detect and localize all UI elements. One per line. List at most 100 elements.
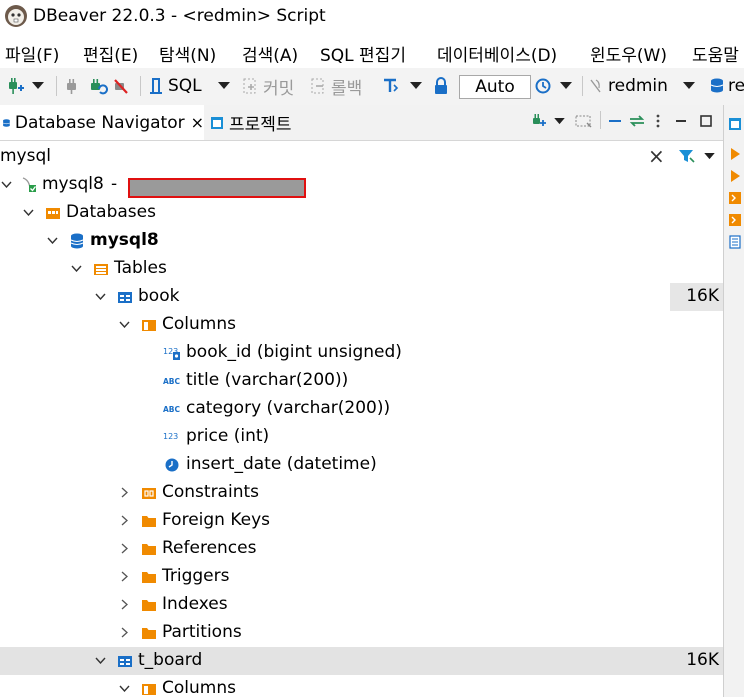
menu-window[interactable]: 윈도우(W): [590, 41, 667, 66]
chevron-right-icon[interactable]: [118, 541, 130, 555]
connection-icon: [590, 79, 601, 93]
navigator-connection-dropdown[interactable]: [554, 109, 565, 133]
link-with-editor-button[interactable]: [628, 109, 646, 133]
tables-label: Tables: [114, 258, 167, 278]
menu-edit[interactable]: 편집(E): [83, 41, 138, 66]
auto-commit-value: Auto: [475, 77, 515, 97]
active-schema-selector[interactable]: re: [710, 74, 744, 98]
menu-database[interactable]: 데이터베이스(D): [437, 41, 557, 66]
tree-node-connection[interactable]: mysql8 -: [0, 171, 723, 199]
tree-node-indexes[interactable]: Indexes: [0, 591, 723, 619]
chevron-down-icon[interactable]: [118, 681, 130, 695]
tree-node-database[interactable]: mysql8: [0, 227, 723, 255]
tree-node-columns[interactable]: Columns: [0, 311, 723, 339]
auto-commit-field[interactable]: Auto: [459, 75, 531, 99]
window-title: DBeaver 22.0.3 - <redmin> Script: [33, 6, 326, 26]
tree-node-column[interactable]: 123 book_id (bigint unsigned): [0, 339, 723, 367]
script-icon[interactable]: [728, 191, 742, 205]
lock-button[interactable]: [433, 74, 449, 98]
foreign-keys-label: Foreign Keys: [162, 510, 271, 530]
database-label: mysql8: [90, 230, 159, 250]
navigator-new-connection-button[interactable]: [530, 109, 546, 133]
svg-text:ABC: ABC: [163, 405, 181, 414]
active-datasource-selector[interactable]: redmin: [588, 74, 668, 98]
tree-node-table-book[interactable]: book 16K: [0, 283, 723, 311]
tree-node-foreign-keys[interactable]: Foreign Keys: [0, 507, 723, 535]
chevron-down-icon[interactable]: [94, 653, 106, 667]
tab-projects[interactable]: 프로젝트: [206, 105, 292, 140]
column-label: insert_date (datetime): [186, 454, 377, 474]
tree-node-tables[interactable]: Tables: [0, 255, 723, 283]
chevron-down-icon[interactable]: [118, 317, 130, 331]
table-book-label: book: [138, 286, 180, 306]
disconnect-button[interactable]: [112, 74, 130, 98]
history-dropdown[interactable]: [560, 74, 572, 98]
menu-navigate[interactable]: 탐색(N): [159, 41, 216, 66]
tab-database-navigator[interactable]: Database Navigator ×: [0, 105, 204, 140]
tree-node-constraints[interactable]: Constraints: [0, 479, 723, 507]
filter-settings-dropdown[interactable]: [704, 144, 715, 168]
chevron-down-icon[interactable]: [94, 289, 106, 303]
play-icon[interactable]: [728, 169, 742, 183]
history-button[interactable]: [534, 74, 552, 98]
sql-dropdown[interactable]: [218, 74, 230, 98]
transaction-mode-dropdown[interactable]: [410, 74, 422, 98]
filter-settings-button[interactable]: [678, 144, 696, 168]
datasource-dropdown[interactable]: [683, 74, 695, 98]
collapse-folder-button[interactable]: [575, 109, 593, 133]
tree-node-column[interactable]: 123 price (int): [0, 423, 723, 451]
chevron-right-icon[interactable]: [118, 569, 130, 583]
tree-node-databases[interactable]: Databases: [0, 199, 723, 227]
projects-icon: [211, 116, 223, 129]
commit-button[interactable]: 커밋: [242, 74, 295, 99]
commit-label: 커밋: [263, 78, 295, 99]
database-navigator-icon: [2, 118, 10, 127]
transaction-mode-button[interactable]: [381, 74, 401, 98]
clear-filter-icon[interactable]: ×: [648, 144, 665, 168]
script-icon[interactable]: [728, 213, 742, 227]
chevron-right-icon[interactable]: [118, 625, 130, 639]
tree-node-table-t-board[interactable]: t_board 16K: [0, 647, 723, 675]
main-toolbar: SQL 커밋 롤백 Auto redmin re: [0, 68, 744, 105]
tree-node-references[interactable]: References: [0, 535, 723, 563]
collapse-all-button[interactable]: [608, 109, 622, 133]
connect-button[interactable]: [64, 74, 80, 98]
chevron-down-icon[interactable]: [70, 261, 82, 275]
rollback-button[interactable]: 롤백: [310, 74, 362, 99]
menu-search[interactable]: 검색(A): [242, 41, 298, 66]
folder-icon: [140, 568, 158, 586]
tree-node-column[interactable]: ABC category (varchar(200)): [0, 395, 723, 423]
tree-node-column[interactable]: ABC title (varchar(200)): [0, 367, 723, 395]
references-label: References: [162, 538, 257, 558]
chevron-right-icon[interactable]: [118, 597, 130, 611]
chevron-down-icon[interactable]: [22, 205, 34, 219]
new-connection-button[interactable]: [4, 74, 24, 98]
minimize-view-button[interactable]: [675, 109, 687, 133]
tree-node-column[interactable]: insert_date (datetime): [0, 451, 723, 479]
play-icon[interactable]: [728, 147, 742, 161]
tree-node-columns[interactable]: Columns: [0, 675, 723, 697]
menu-help[interactable]: 도움말: [692, 41, 739, 66]
tree-node-triggers[interactable]: Triggers: [0, 563, 723, 591]
table-book-size: 16K: [686, 286, 719, 306]
commit-icon: [243, 78, 256, 94]
projects-icon[interactable]: [728, 117, 742, 131]
view-menu-button[interactable]: [655, 109, 661, 133]
chevron-right-icon[interactable]: [118, 513, 130, 527]
columns-label: Columns: [162, 678, 236, 697]
close-icon[interactable]: ×: [191, 113, 204, 132]
menu-file[interactable]: 파일(F): [5, 41, 59, 66]
document-icon[interactable]: [728, 235, 742, 249]
dropdown-arrow-icon: [554, 117, 565, 124]
navigator-filter-input[interactable]: [0, 144, 668, 168]
chevron-down-icon[interactable]: [46, 233, 58, 247]
rollback-icon: [311, 78, 324, 94]
chevron-down-icon[interactable]: [0, 177, 12, 191]
maximize-view-button[interactable]: [700, 109, 712, 133]
new-connection-dropdown[interactable]: [32, 74, 44, 98]
reconnect-button[interactable]: [88, 74, 108, 98]
sql-editor-button[interactable]: SQL: [148, 74, 202, 98]
menu-sql-editor[interactable]: SQL 편집기: [320, 41, 406, 66]
chevron-right-icon[interactable]: [118, 485, 130, 499]
tree-node-partitions[interactable]: Partitions: [0, 619, 723, 647]
